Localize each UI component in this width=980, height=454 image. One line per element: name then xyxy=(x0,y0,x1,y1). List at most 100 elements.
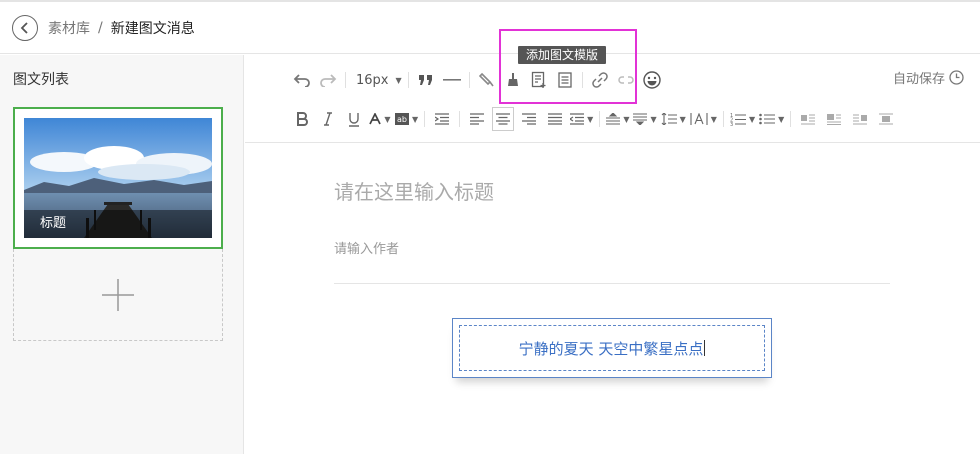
plus-icon xyxy=(102,278,134,311)
caret-down-icon: ▼ xyxy=(384,114,391,124)
back-button[interactable] xyxy=(12,14,38,41)
align-left-button[interactable] xyxy=(466,107,488,131)
horizontal-rule-icon xyxy=(442,79,461,81)
font-color-icon xyxy=(369,113,382,125)
paragraph-spacing-bottom-button[interactable]: ▼ xyxy=(633,107,657,131)
add-template-button[interactable] xyxy=(528,68,550,92)
align-justify-button[interactable] xyxy=(544,107,566,131)
cover-image: 标题 xyxy=(24,118,212,238)
template-icon xyxy=(558,72,572,88)
toolbar-divider xyxy=(424,111,426,127)
caret-down-icon: ▼ xyxy=(748,114,756,124)
toolbar-row-2: ▼ ab ▼ ▼ ▼ ▼ ▼ ▼ 1 2 3 ▼ ▼ xyxy=(291,104,901,134)
breadcrumb-parent[interactable]: 素材库 xyxy=(48,18,90,38)
format-brush-icon xyxy=(478,72,494,87)
image-float-left-button[interactable] xyxy=(797,107,819,131)
font-color-button[interactable]: ▼ xyxy=(369,107,391,131)
add-article-button[interactable] xyxy=(13,249,223,341)
align-justify-icon xyxy=(548,113,563,125)
editor-toolbar: 16px ▼ 自动保存 ▼ ab ▼ ▼ ▼ ▼ ▼ ▼ 1 2 3 ▼ ▼ xyxy=(245,55,980,143)
sidebar: 图文列表 标题 xyxy=(0,55,244,454)
indent-button[interactable] xyxy=(431,107,453,131)
image-center-icon xyxy=(879,113,894,125)
page-title: 新建图文消息 xyxy=(110,20,195,37)
horizontal-rule-button[interactable] xyxy=(441,68,463,92)
tooltip-add-template: 添加图文模版 xyxy=(518,46,607,64)
image-float-right-icon xyxy=(853,114,868,125)
breadcrumb-separator: / xyxy=(98,19,103,36)
svg-text:3: 3 xyxy=(730,122,733,126)
font-size-select[interactable]: 16px ▼ xyxy=(352,68,402,92)
background-color-button[interactable]: ab ▼ xyxy=(395,107,418,131)
italic-button[interactable] xyxy=(317,107,339,131)
redo-button[interactable] xyxy=(317,68,339,92)
author-input[interactable] xyxy=(334,238,890,260)
indent-icon xyxy=(435,113,450,125)
line-indent-button[interactable]: ▼ xyxy=(570,107,593,131)
template-inner[interactable]: 宁静的夏天 天空中繁星点点 xyxy=(459,325,765,371)
letter-spacing-icon xyxy=(690,113,708,125)
title-input[interactable] xyxy=(334,174,890,210)
autosave-label: 自动保存 xyxy=(892,72,945,87)
paragraph-spacing-bottom-icon xyxy=(633,113,648,125)
toolbar-divider xyxy=(459,111,461,127)
align-center-button[interactable] xyxy=(492,107,515,131)
undo-button[interactable] xyxy=(291,68,313,92)
image-float-none-icon xyxy=(827,114,842,125)
clear-format-button[interactable] xyxy=(502,68,524,92)
line-height-icon xyxy=(661,113,677,125)
align-center-icon xyxy=(496,113,511,125)
font-size-value: 16px xyxy=(356,72,389,88)
unlink-button[interactable] xyxy=(615,68,637,92)
unlink-icon xyxy=(617,76,634,84)
align-right-button[interactable] xyxy=(518,107,540,131)
caret-down-icon: ▼ xyxy=(412,114,419,124)
format-brush-button[interactable] xyxy=(476,68,498,92)
toolbar-divider xyxy=(345,72,346,88)
paragraph-spacing-top-icon xyxy=(606,113,621,125)
caret-down-icon: ▼ xyxy=(587,114,594,124)
undo-icon xyxy=(293,74,310,87)
ordered-list-icon: 123 xyxy=(730,113,746,126)
italic-icon xyxy=(324,112,332,126)
caret-down-icon: ▼ xyxy=(650,114,657,124)
article-card-title: 标题 xyxy=(24,210,212,238)
caret-down-icon: ▼ xyxy=(623,114,630,124)
blockquote-button[interactable] xyxy=(415,68,437,92)
line-height-button[interactable]: ▼ xyxy=(661,107,686,131)
template-block[interactable]: 宁静的夏天 天空中繁星点点 xyxy=(452,318,772,378)
autosave-toggle[interactable]: 自动保存 xyxy=(893,68,964,87)
underline-button[interactable] xyxy=(343,107,365,131)
toolbar-divider xyxy=(468,72,470,88)
link-icon xyxy=(591,72,608,88)
bold-icon xyxy=(297,112,308,126)
align-left-icon xyxy=(470,113,485,125)
line-indent-icon xyxy=(570,113,585,125)
caret-down-icon: ▼ xyxy=(395,75,402,85)
template-text: 宁静的夏天 天空中繁星点点 xyxy=(518,339,704,358)
image-float-right-button[interactable] xyxy=(849,107,871,131)
article-card[interactable]: 标题 xyxy=(13,107,223,249)
template-button[interactable] xyxy=(554,68,576,92)
ordered-list-button[interactable]: 1 2 3 ▼ xyxy=(730,107,755,131)
toolbar-divider xyxy=(581,72,583,88)
toolbar-divider xyxy=(407,72,409,88)
clock-icon xyxy=(949,70,964,85)
paragraph-spacing-top-button[interactable]: ▼ xyxy=(606,107,629,131)
toolbar-divider xyxy=(790,111,792,127)
image-center-button[interactable] xyxy=(875,107,897,131)
toolbar-row-1: 16px ▼ xyxy=(291,65,667,95)
link-button[interactable] xyxy=(589,68,611,92)
chevron-left-icon xyxy=(20,21,28,34)
letter-spacing-button[interactable]: ▼ xyxy=(690,107,717,131)
unordered-list-button[interactable]: ▼ xyxy=(759,107,784,131)
underline-icon xyxy=(349,112,359,127)
image-float-none-button[interactable] xyxy=(823,107,845,131)
sidebar-title: 图文列表 xyxy=(13,72,69,88)
add-template-icon xyxy=(531,71,546,88)
blockquote-icon xyxy=(418,75,432,85)
emoji-button[interactable] xyxy=(641,68,663,92)
caret-down-icon: ▼ xyxy=(679,114,686,124)
bold-button[interactable] xyxy=(291,107,313,131)
caret-down-icon: ▼ xyxy=(778,114,785,124)
